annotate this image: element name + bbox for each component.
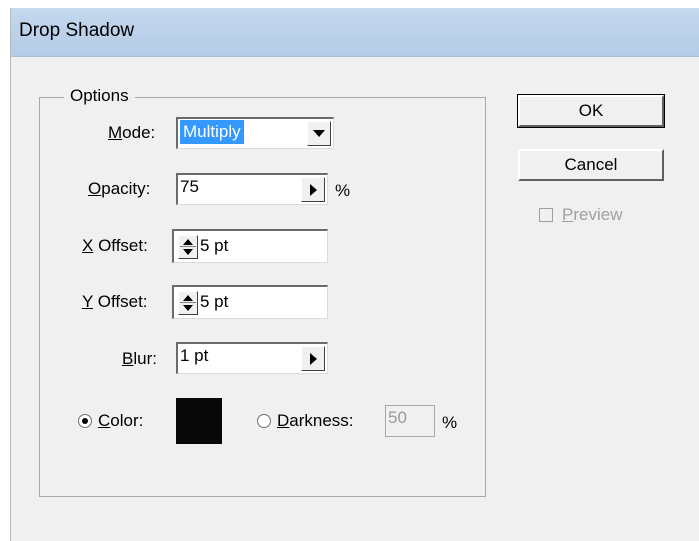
opacity-unit: % <box>335 181 351 200</box>
color-swatch[interactable] <box>176 398 222 444</box>
opacity-slider-button[interactable] <box>301 177 325 202</box>
x-offset-field[interactable]: 5 pt <box>172 229 328 263</box>
blur-label: Blur: <box>122 349 157 368</box>
ok-button[interactable]: OK <box>517 94 665 128</box>
dialog-title: Drop Shadow <box>19 20 135 41</box>
chevron-down-icon <box>313 130 325 137</box>
preview-checkbox[interactable] <box>539 208 553 222</box>
arrow-down-icon <box>183 249 193 255</box>
x-offset-value: 5 pt <box>200 236 229 255</box>
y-offset-field[interactable]: 5 pt <box>172 285 328 319</box>
mode-dropdown[interactable]: Multiply <box>176 117 334 149</box>
arrow-down-icon <box>183 305 193 311</box>
darkness-label: Darkness: <box>277 411 354 430</box>
x-offset-stepper[interactable] <box>178 235 198 259</box>
darkness-radio[interactable] <box>257 414 271 428</box>
darkness-field[interactable]: 50 <box>385 405 435 437</box>
opacity-value: 75 <box>180 177 199 196</box>
darkness-unit: % <box>442 413 458 432</box>
triangle-right-icon <box>309 352 317 365</box>
darkness-value: 50 <box>388 408 407 427</box>
y-offset-stepper[interactable] <box>178 291 198 315</box>
cancel-button[interactable]: Cancel <box>518 149 664 181</box>
blur-slider-button[interactable] <box>301 346 325 371</box>
x-offset-label: X Offset: <box>82 236 148 255</box>
radio-selected-dot <box>82 418 88 424</box>
y-offset-label: Y Offset: <box>82 292 148 311</box>
color-label: Color: <box>98 411 144 430</box>
arrow-up-icon <box>183 295 193 301</box>
triangle-right-icon <box>309 183 317 196</box>
color-radio[interactable] <box>78 414 92 428</box>
mode-value: Multiply <box>180 120 244 144</box>
y-offset-value: 5 pt <box>200 292 229 311</box>
options-group-label: Options <box>64 84 135 108</box>
mode-dropdown-arrow[interactable] <box>307 121 331 146</box>
preview-label: Preview <box>562 205 623 224</box>
arrow-up-icon <box>183 239 193 245</box>
title-bar: Drop Shadow <box>11 8 699 57</box>
opacity-label: Opacity: <box>88 179 151 198</box>
blur-value: 1 pt <box>180 346 209 365</box>
blur-field[interactable]: 1 pt <box>176 342 328 374</box>
mode-label: Mode: <box>108 123 156 142</box>
opacity-field[interactable]: 75 <box>176 173 328 205</box>
